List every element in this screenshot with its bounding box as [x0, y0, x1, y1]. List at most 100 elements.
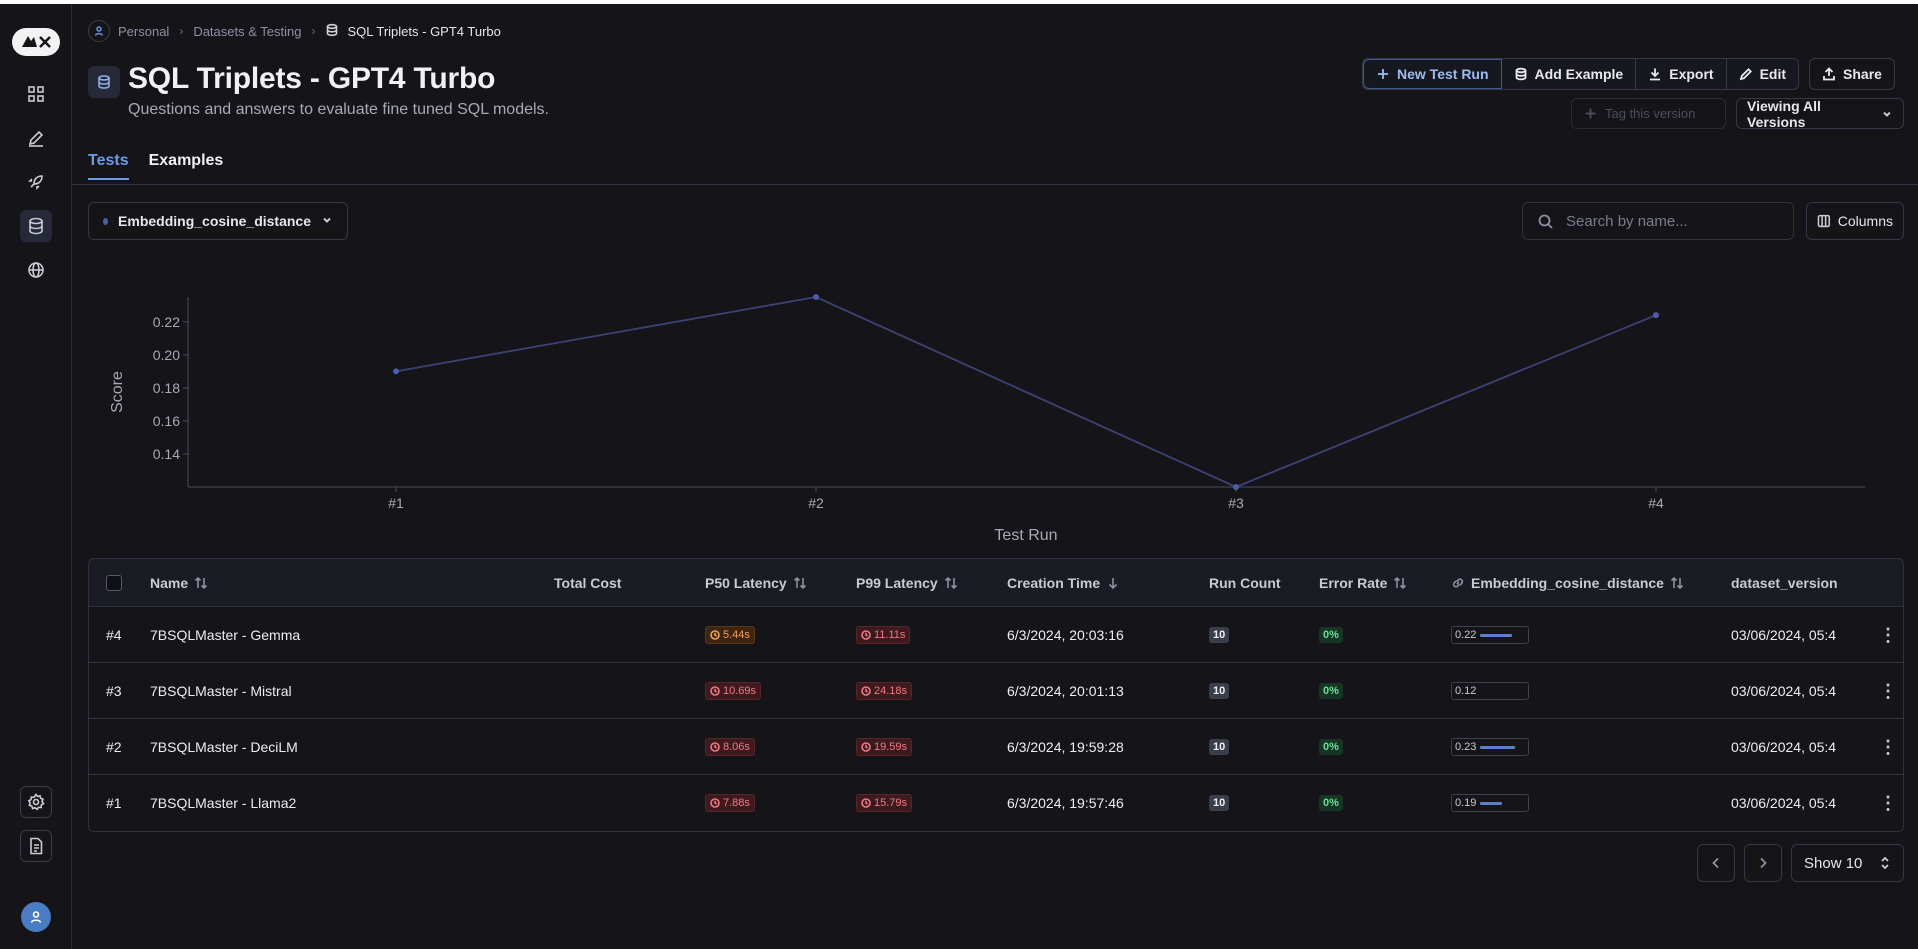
- column-name[interactable]: Name: [150, 559, 208, 607]
- tab-bar: Tests Examples: [88, 152, 223, 180]
- row-score: 0.22: [1451, 607, 1529, 663]
- select-all-checkbox[interactable]: [106, 559, 122, 607]
- action-toolbar: New Test Run Add Example Export Edit Sha…: [1362, 58, 1895, 90]
- sort-icon: [944, 576, 957, 590]
- upload-icon: [1823, 67, 1835, 81]
- score-bar: [1480, 745, 1516, 749]
- sidebar-datasets-icon[interactable]: [20, 210, 52, 242]
- row-name[interactable]: 7BSQLMaster - Mistral: [150, 663, 292, 719]
- error-rate-badge: 0%: [1319, 795, 1343, 811]
- page-title: SQL Triplets - GPT4 Turbo: [128, 62, 496, 95]
- columns-button[interactable]: Columns: [1806, 202, 1904, 240]
- plus-icon: [1378, 69, 1388, 79]
- series-dot: [103, 217, 109, 225]
- table-row[interactable]: #1 7BSQLMaster - Llama2 7.88s 15.79s 6/3/202…: [89, 775, 1903, 831]
- metric-select[interactable]: Embedding_cosine_distance: [88, 202, 348, 240]
- row-name[interactable]: 7BSQLMaster - DeciLM: [150, 719, 298, 775]
- chevron-down-icon: [1883, 111, 1891, 117]
- row-menu-icon[interactable]: ⋮: [1879, 775, 1897, 831]
- y-tick-label: 0.22: [153, 314, 180, 330]
- row-dataset-version: 03/06/2024, 05:4: [1731, 739, 1837, 755]
- p99-latency-badge: 11.11s: [856, 626, 911, 644]
- prev-page-button[interactable]: [1697, 844, 1735, 882]
- chevron-right-icon: ›: [179, 24, 184, 38]
- row-menu-icon[interactable]: ⋮: [1879, 719, 1897, 775]
- score-value: 0.12: [1455, 685, 1477, 697]
- score-box: 0.23: [1451, 738, 1529, 756]
- column-error-rate[interactable]: Error Rate: [1319, 559, 1407, 607]
- tab-examples[interactable]: Examples: [149, 152, 224, 180]
- add-example-button[interactable]: Add Example: [1501, 59, 1637, 89]
- column-creation-time[interactable]: Creation Time: [1007, 559, 1120, 607]
- p50-value: 10.69s: [723, 685, 757, 697]
- row-name[interactable]: 7BSQLMaster - Llama2: [150, 775, 296, 831]
- column-p99-label: P99 Latency: [856, 575, 938, 591]
- tab-tests[interactable]: Tests: [88, 152, 129, 180]
- app-logo[interactable]: [12, 28, 60, 56]
- sidebar-dashboard-icon[interactable]: [20, 78, 52, 110]
- new-test-run-button[interactable]: New Test Run: [1363, 59, 1502, 89]
- row-score: 0.23: [1451, 719, 1529, 775]
- x-tick-label: #2: [808, 495, 824, 511]
- column-dataset-version[interactable]: dataset_version: [1731, 559, 1838, 607]
- error-rate-badge: 0%: [1319, 739, 1343, 755]
- sidebar-rocket-icon[interactable]: [20, 166, 52, 198]
- share-button[interactable]: Share: [1809, 58, 1895, 90]
- run-count-badge: 10: [1209, 683, 1230, 699]
- column-run-count[interactable]: Run Count: [1209, 559, 1281, 607]
- row-menu-icon[interactable]: ⋮: [1879, 663, 1897, 719]
- sidebar-docs-icon[interactable]: [20, 830, 52, 862]
- p50-latency-badge: 10.69s: [705, 682, 762, 700]
- row-name[interactable]: 7BSQLMaster - Gemma: [150, 607, 300, 663]
- breadcrumb-personal[interactable]: Personal: [118, 24, 169, 39]
- search-input[interactable]: [1566, 212, 1766, 230]
- column-p50-latency[interactable]: P50 Latency: [705, 559, 807, 607]
- row-run-count: 10: [1209, 607, 1230, 663]
- version-select[interactable]: Viewing All Versions: [1736, 98, 1904, 130]
- p99-value: 19.59s: [874, 741, 908, 753]
- row-p99: 24.18s: [856, 663, 913, 719]
- row-dataset-version: 03/06/2024, 05:4: [1731, 627, 1837, 643]
- row-score: 0.19: [1451, 775, 1529, 831]
- column-p99-latency[interactable]: P99 Latency: [856, 559, 958, 607]
- p99-value: 15.79s: [874, 797, 908, 809]
- table-row[interactable]: #3 7BSQLMaster - Mistral 10.69s 24.18s 6/3/2…: [89, 663, 1903, 719]
- y-tick-label: 0.18: [153, 380, 180, 396]
- breadcrumb: Personal › Datasets & Testing › SQL Trip…: [88, 20, 501, 42]
- column-total-cost[interactable]: Total Cost: [554, 559, 621, 607]
- chevron-left-icon: [1712, 857, 1719, 869]
- p99-value: 11.11s: [874, 629, 906, 641]
- table-row[interactable]: #2 7BSQLMaster - DeciLM 8.06s 19.59s 6/3/202…: [89, 719, 1903, 775]
- breadcrumb-datasets[interactable]: Datasets & Testing: [193, 24, 301, 39]
- export-button[interactable]: Export: [1636, 59, 1727, 89]
- next-page-button[interactable]: [1744, 844, 1782, 882]
- page-size-select[interactable]: Show 10: [1791, 844, 1904, 882]
- link-icon: [1452, 578, 1464, 588]
- p50-value: 7.88s: [723, 797, 750, 809]
- score-value: 0.19: [1455, 797, 1477, 809]
- database-icon: [325, 23, 339, 40]
- row-created: 6/3/2024, 20:03:16: [1007, 627, 1124, 643]
- sidebar-pen-icon[interactable]: [20, 122, 52, 154]
- columns-icon: [1817, 214, 1831, 228]
- edit-button[interactable]: Edit: [1726, 59, 1799, 89]
- run-count-badge: 10: [1209, 739, 1230, 755]
- column-p50-label: P50 Latency: [705, 575, 787, 591]
- share-label: Share: [1843, 66, 1882, 82]
- column-error-rate-label: Error Rate: [1319, 575, 1388, 591]
- sidebar-globe-icon[interactable]: [20, 254, 52, 286]
- row-p50: 10.69s: [705, 663, 762, 719]
- sort-icon: [1670, 576, 1684, 590]
- user-avatar[interactable]: [21, 902, 51, 932]
- chevron-updown-icon: [1881, 856, 1889, 870]
- column-total-cost-label: Total Cost: [554, 575, 622, 591]
- sidebar-settings-icon[interactable]: [20, 786, 52, 818]
- page-subtitle: Questions and answers to evaluate fine t…: [128, 101, 549, 118]
- row-menu-icon[interactable]: ⋮: [1879, 607, 1897, 663]
- chevron-right-icon: ›: [311, 24, 316, 38]
- tag-version-button[interactable]: Tag this version: [1571, 98, 1726, 129]
- x-tick-label: #3: [1228, 495, 1244, 511]
- x-axis-label: Test Run: [994, 527, 1057, 544]
- column-metric[interactable]: Embedding_cosine_distance: [1451, 559, 1684, 607]
- table-row[interactable]: #4 7BSQLMaster - Gemma 5.44s 11.11s 6/3/2024…: [89, 607, 1903, 663]
